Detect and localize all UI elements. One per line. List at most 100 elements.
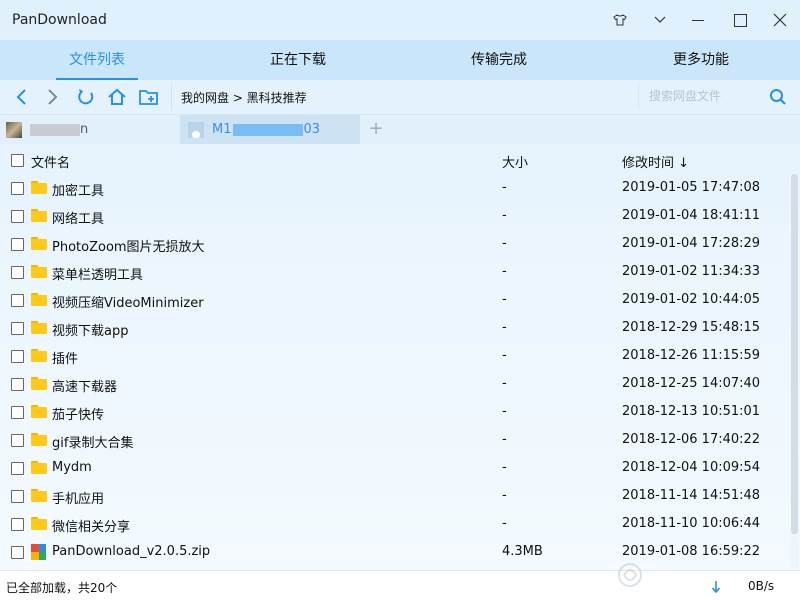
- file-row[interactable]: 网络工具 - 2019-01-04 18:41:11: [0, 202, 790, 230]
- file-name[interactable]: PhotoZoom图片无损放大: [52, 236, 205, 255]
- file-size: -: [502, 404, 507, 419]
- file-size: -: [502, 264, 507, 279]
- file-row[interactable]: 插件 - 2018-12-26 11:15:59: [0, 342, 790, 370]
- file-modified-time: 2019-01-04 17:28:29: [622, 236, 761, 251]
- file-name[interactable]: 视频压缩VideoMinimizer: [52, 292, 204, 311]
- file-row[interactable]: 手机应用 - 2018-11-14 14:51:48: [0, 482, 790, 510]
- file-size: 4.3MB: [502, 544, 543, 559]
- row-checkbox[interactable]: [11, 518, 24, 531]
- maximize-button[interactable]: [728, 8, 752, 32]
- scrollbar-thumb[interactable]: [791, 174, 798, 534]
- folder-icon: [31, 517, 47, 531]
- tab-more-features[interactable]: 更多功能: [646, 40, 756, 80]
- file-name[interactable]: 茄子快传: [52, 404, 104, 423]
- tab-downloading[interactable]: 正在下载: [243, 40, 353, 80]
- row-checkbox[interactable]: [11, 266, 24, 279]
- file-modified-time: 2019-01-05 17:47:08: [622, 180, 761, 195]
- folder-icon: [31, 209, 47, 223]
- file-row[interactable]: gif录制大合集 - 2018-12-06 17:40:22: [0, 426, 790, 454]
- row-checkbox[interactable]: [11, 490, 24, 503]
- file-row[interactable]: 视频下载app - 2018-12-29 15:48:15: [0, 314, 790, 342]
- new-folder-icon[interactable]: [137, 85, 161, 109]
- tab-transfer-complete[interactable]: 传输完成: [444, 40, 554, 80]
- file-modified-time: 2018-11-14 14:51:48: [622, 488, 761, 503]
- file-modified-time: 2018-12-13 10:51:01: [622, 404, 761, 419]
- row-checkbox[interactable]: [11, 238, 24, 251]
- file-size: -: [502, 488, 507, 503]
- tab-file-list[interactable]: 文件列表: [42, 40, 152, 80]
- row-checkbox[interactable]: [11, 182, 24, 195]
- column-header-name[interactable]: 文件名: [31, 152, 70, 171]
- file-size: -: [502, 292, 507, 307]
- row-checkbox[interactable]: [11, 406, 24, 419]
- file-row[interactable]: 微信相关分享 - 2018-11-10 10:06:44: [0, 510, 790, 538]
- account-tab-2[interactable]: M1 03: [180, 115, 360, 144]
- file-list-header: 文件名 大小 修改时间 ↓: [0, 146, 800, 174]
- file-name[interactable]: 高速下载器: [52, 376, 117, 395]
- file-name[interactable]: 网络工具: [52, 208, 104, 227]
- masked-text: [232, 123, 303, 136]
- row-checkbox[interactable]: [11, 378, 24, 391]
- file-row[interactable]: 茄子快传 - 2018-12-13 10:51:01: [0, 398, 790, 426]
- file-row[interactable]: PhotoZoom图片无损放大 - 2019-01-04 17:28:29: [0, 230, 790, 258]
- row-checkbox[interactable]: [11, 350, 24, 363]
- watermark-logo: [612, 553, 792, 593]
- file-name[interactable]: 手机应用: [52, 488, 104, 507]
- file-modified-time: 2019-01-02 10:44:05: [622, 292, 761, 307]
- account-tab-1[interactable]: n: [6, 115, 176, 144]
- folder-icon: [31, 293, 47, 307]
- search-input[interactable]: [639, 83, 769, 109]
- file-row[interactable]: 加密工具 - 2019-01-05 17:47:08: [0, 174, 790, 202]
- file-modified-time: 2018-12-29 15:48:15: [622, 320, 761, 335]
- file-size: -: [502, 348, 507, 363]
- skin-icon[interactable]: [608, 8, 632, 32]
- file-modified-time: 2018-12-26 11:15:59: [622, 348, 761, 363]
- forward-icon[interactable]: [40, 85, 64, 109]
- file-name[interactable]: 加密工具: [52, 180, 104, 199]
- file-name[interactable]: gif录制大合集: [52, 432, 133, 451]
- row-checkbox[interactable]: [11, 462, 24, 475]
- account-tabs: n M1 03 +: [0, 115, 800, 144]
- file-name[interactable]: PanDownload_v2.0.5.zip: [52, 544, 210, 559]
- search-box: [638, 83, 769, 109]
- file-size: -: [502, 376, 507, 391]
- file-size: -: [502, 236, 507, 251]
- file-name[interactable]: Mydm: [52, 460, 92, 475]
- file-modified-time: 2018-12-25 14:07:40: [622, 376, 761, 391]
- file-row[interactable]: 视频压缩VideoMinimizer - 2019-01-02 10:44:05: [0, 286, 790, 314]
- file-size: -: [502, 516, 507, 531]
- row-checkbox[interactable]: [11, 546, 24, 559]
- column-header-time[interactable]: 修改时间 ↓: [622, 152, 689, 171]
- file-name[interactable]: 菜单栏透明工具: [52, 264, 143, 283]
- file-name[interactable]: 插件: [52, 348, 78, 367]
- row-checkbox[interactable]: [11, 210, 24, 223]
- minimize-button[interactable]: [686, 8, 710, 32]
- breadcrumb[interactable]: 我的网盘 > 黑科技推荐: [181, 89, 307, 106]
- file-row[interactable]: Mydm - 2018-12-04 10:09:54: [0, 454, 790, 482]
- close-button[interactable]: [768, 8, 792, 32]
- back-icon[interactable]: [10, 85, 34, 109]
- file-modified-time: 2019-01-02 11:34:33: [622, 264, 761, 279]
- refresh-icon[interactable]: [74, 85, 98, 109]
- masked-text: [30, 123, 80, 136]
- file-row[interactable]: 高速下载器 - 2018-12-25 14:07:40: [0, 370, 790, 398]
- select-all-checkbox[interactable]: [11, 154, 24, 167]
- file-name[interactable]: 视频下载app: [52, 320, 128, 339]
- file-size: -: [502, 432, 507, 447]
- zip-file-icon: [31, 544, 46, 560]
- file-row[interactable]: 菜单栏透明工具 - 2019-01-02 11:34:33: [0, 258, 790, 286]
- folder-icon: [31, 461, 47, 475]
- chevron-down-icon[interactable]: [648, 8, 672, 32]
- column-header-size[interactable]: 大小: [502, 152, 528, 171]
- add-account-button[interactable]: +: [364, 115, 388, 144]
- row-checkbox[interactable]: [11, 434, 24, 447]
- home-icon[interactable]: [105, 85, 129, 109]
- search-icon[interactable]: [766, 86, 790, 108]
- file-modified-time: 2018-11-10 10:06:44: [622, 516, 761, 531]
- file-size: -: [502, 208, 507, 223]
- row-checkbox[interactable]: [11, 322, 24, 335]
- row-checkbox[interactable]: [11, 294, 24, 307]
- scrollbar[interactable]: [790, 174, 799, 568]
- account-name: n: [28, 122, 88, 137]
- file-name[interactable]: 微信相关分享: [52, 516, 130, 535]
